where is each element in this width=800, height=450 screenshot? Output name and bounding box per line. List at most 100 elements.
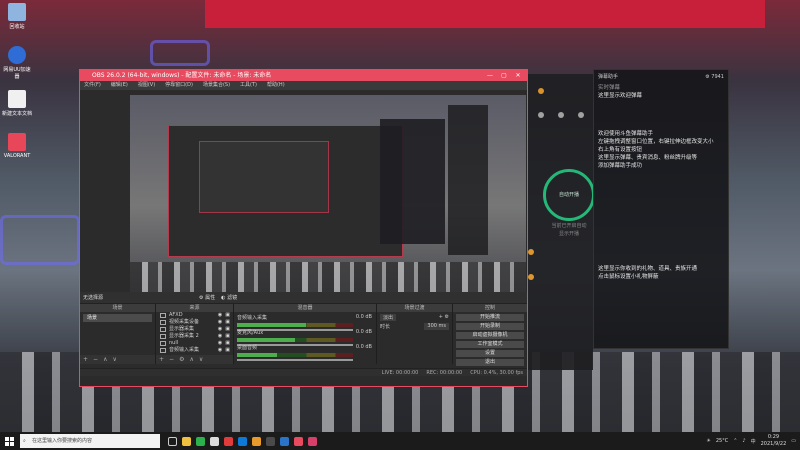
desktop-icon-uu[interactable]: 网易UU加速器 [2, 46, 32, 80]
source-list-item[interactable]: 显示器采集 ◉ ▣ [156, 326, 233, 333]
remove-scene-icon[interactable]: − [93, 355, 98, 364]
minimize-button[interactable]: — [483, 70, 497, 81]
properties-button[interactable]: ⚙ 属性 [199, 294, 215, 301]
background-neon-hex [0, 215, 80, 265]
add-transition-icon[interactable]: + ⚙ [439, 314, 449, 321]
source-list-item[interactable]: null ◉ ▣ [156, 340, 233, 347]
task-view-icon[interactable] [168, 436, 177, 446]
move-up-icon[interactable]: ∧ [189, 355, 193, 364]
studio-mode-button[interactable]: 工作室模式 [456, 341, 524, 348]
source-list-item[interactable]: AFXD ◉ ▣ [156, 312, 233, 319]
desktop-icon-label: 回收站 [9, 24, 25, 30]
menu-edit[interactable]: 编辑(E) [111, 81, 128, 90]
filters-button[interactable]: ◐ 滤镜 [221, 294, 237, 301]
app-icon[interactable] [294, 436, 303, 446]
feature-icon[interactable] [528, 249, 534, 255]
mixer-dock-header: 混音器 [234, 304, 376, 312]
menu-scene-collection[interactable]: 场景集合(S) [203, 81, 230, 90]
steam-icon[interactable] [280, 436, 289, 446]
move-down-icon[interactable]: ∨ [199, 355, 203, 364]
channel-name: 麦克风/Aux [237, 330, 264, 336]
obs-title-bar[interactable]: OBS 26.0.2 (64-bit, windows) - 配置文件: 未命名… [80, 70, 527, 81]
no-source-selected-label: 无选择源 [83, 295, 104, 301]
network-icon[interactable]: ⌃ [733, 438, 737, 444]
move-down-icon[interactable]: ∨ [112, 355, 116, 364]
volume-icon[interactable]: ♪ [742, 438, 745, 444]
wechat-icon[interactable] [196, 436, 205, 446]
lock-icon[interactable]: ▣ [225, 326, 230, 333]
obs-preview-canvas[interactable] [130, 95, 526, 317]
viewer-count-value: 7941 [711, 74, 724, 80]
eye-icon[interactable]: ◉ [218, 347, 222, 354]
notification-icon[interactable] [538, 88, 544, 94]
source-list-item[interactable]: 音频输入采集 ◉ ▣ [156, 347, 233, 354]
desktop-icon-recycle-bin[interactable]: 回收站 [2, 3, 32, 30]
ime-indicator[interactable]: 中 [751, 438, 756, 445]
remove-source-icon[interactable]: − [169, 355, 174, 364]
desktop-icon-text-doc[interactable]: 新建文本文档 [2, 90, 32, 117]
transition-type-row[interactable]: 淡出 + ⚙ [380, 314, 449, 321]
start-recording-button[interactable]: 开始录制 [456, 323, 524, 330]
eye-icon[interactable]: ◉ [218, 333, 222, 340]
settings-button[interactable]: 设置 [456, 350, 524, 357]
taskbar-search-box[interactable]: ⌕ 在这里输入你要搜索的内容 [20, 434, 160, 448]
lock-icon[interactable]: ▣ [225, 333, 230, 340]
maximize-button[interactable]: ▢ [497, 70, 511, 81]
weather-icon[interactable]: ☀ [706, 438, 710, 444]
taskbar-pinned-apps [168, 436, 317, 446]
home-icon[interactable] [538, 112, 544, 118]
assistant-title-bar[interactable]: 弹幕助手 ⚙ 7941 [594, 70, 728, 84]
app-icon[interactable] [210, 436, 219, 446]
feature-icon[interactable] [528, 274, 534, 280]
shop-icon[interactable] [578, 112, 584, 118]
source-list-item[interactable]: 视频采集设备 ◉ ▣ [156, 319, 233, 326]
volume-slider[interactable] [237, 359, 353, 361]
gift-icon[interactable] [558, 112, 564, 118]
eye-icon[interactable]: ◉ [218, 319, 222, 326]
move-up-icon[interactable]: ∧ [103, 355, 107, 364]
menu-docks[interactable]: 停靠窗口(D) [165, 81, 193, 90]
menu-file[interactable]: 文件(F) [84, 81, 101, 90]
lock-icon[interactable]: ▣ [225, 312, 230, 319]
properties-label: 属性 [205, 295, 216, 301]
exit-button[interactable]: 退出 [456, 359, 524, 366]
lock-icon[interactable]: ▣ [225, 319, 230, 326]
assistant-message: 这里显示弹幕、贵宾消息、粉丝牌升级等 [598, 155, 698, 161]
edge-icon[interactable] [238, 436, 247, 446]
virtual-camera-button[interactable]: 启动虚拟摄像机 [456, 332, 524, 339]
welcome-placeholder: 这里显示欢迎弹幕 [598, 93, 643, 99]
file-explorer-icon[interactable] [182, 436, 191, 446]
start-streaming-button[interactable]: 开始推流 [456, 314, 524, 321]
duration-input[interactable]: 300 ms [424, 323, 449, 330]
add-scene-icon[interactable]: + [83, 355, 88, 364]
transition-duration-row: 时长 300 ms [380, 323, 449, 330]
app-icon[interactable] [252, 436, 261, 446]
channel-name: 音频输入采集 [237, 315, 268, 321]
transition-type-select[interactable]: 淡出 [380, 314, 397, 321]
menu-help[interactable]: 帮助(H) [267, 81, 285, 90]
mixer-channel: 麦克风/Aux 0.0 dB [234, 327, 376, 346]
scene-list-item[interactable]: 场景 [83, 314, 152, 322]
close-button[interactable]: ✕ [511, 70, 525, 81]
eye-icon[interactable]: ◉ [218, 340, 222, 347]
source-list-item[interactable]: 显示器采集 2 ◉ ▣ [156, 333, 233, 340]
valorant-taskbar-icon[interactable] [308, 436, 317, 446]
clock[interactable]: 0:29 2021/9/22 [761, 434, 787, 448]
notification-center-icon[interactable]: ▭ [791, 438, 796, 444]
lock-icon[interactable]: ▣ [225, 347, 230, 354]
lock-icon[interactable]: ▣ [225, 340, 230, 347]
streaming-app-panel: 自动开播 当前已开启自动 显示开播 [528, 74, 595, 370]
menu-tools[interactable]: 工具(T) [240, 81, 257, 90]
start-button[interactable] [0, 432, 18, 450]
eye-icon[interactable]: ◉ [218, 312, 222, 319]
eye-icon[interactable]: ◉ [218, 326, 222, 333]
add-source-icon[interactable]: + [159, 355, 164, 364]
source-settings-icon[interactable]: ⚙ [179, 355, 184, 364]
menu-view[interactable]: 视图(V) [138, 81, 155, 90]
desktop-icon-valorant[interactable]: VALORANT [2, 133, 32, 159]
app-icon[interactable] [224, 436, 233, 446]
source-type-icon [160, 334, 166, 339]
windows-logo-icon [4, 436, 14, 446]
obs-icon[interactable] [266, 436, 275, 446]
auto-start-button[interactable]: 自动开播 [543, 169, 595, 221]
